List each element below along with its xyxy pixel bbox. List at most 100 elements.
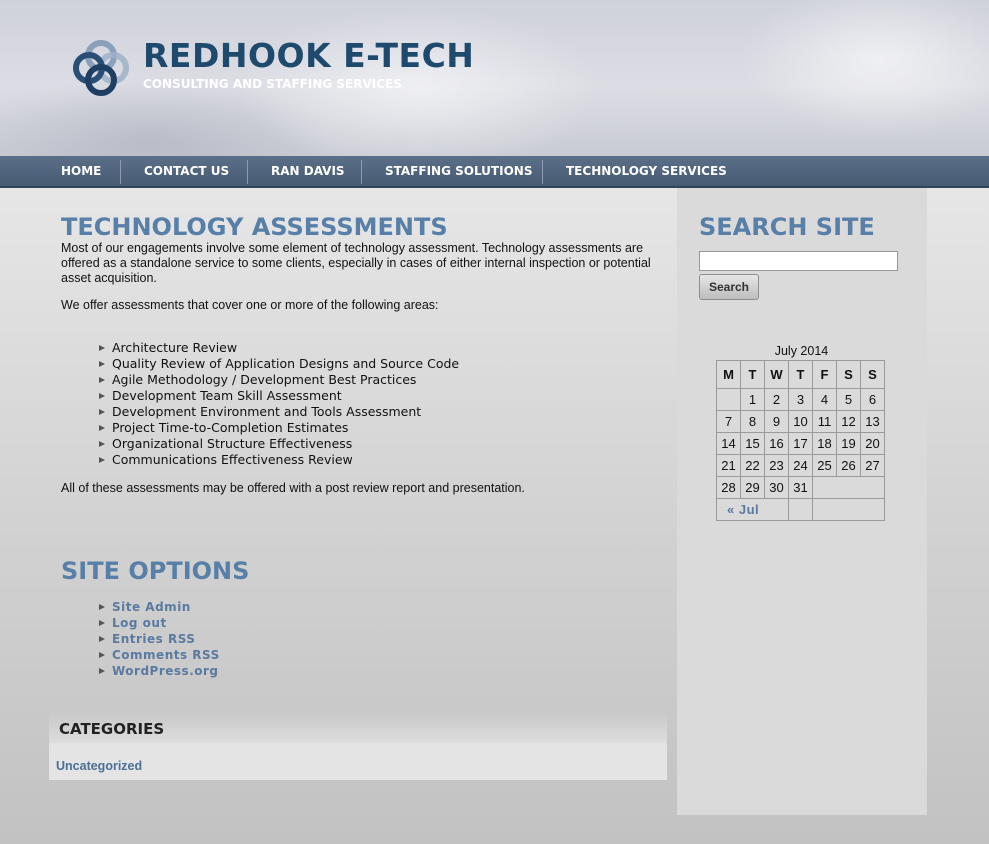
interlocking-rings-logo-icon[interactable]	[70, 36, 132, 96]
site-admin-link[interactable]: Site Admin	[112, 600, 191, 614]
calendar-day: 6	[860, 388, 885, 411]
log-out-link[interactable]: Log out	[112, 616, 167, 630]
calendar-day: 10	[788, 410, 813, 433]
bullet-arrow-icon	[99, 441, 105, 447]
nav-technology-services[interactable]: TECHNOLOGY SERVICES	[566, 156, 727, 186]
bullet-arrow-icon	[99, 361, 105, 367]
calendar-day: 18	[812, 432, 837, 455]
weekday-header: S	[836, 360, 861, 389]
nav-divider	[247, 160, 248, 184]
weekday-header: M	[716, 360, 741, 389]
calendar-day	[716, 388, 741, 411]
calendar-weekday-row: M T W T F S S	[716, 360, 885, 389]
weekday-header: T	[788, 360, 813, 389]
comments-rss-link[interactable]: Comments RSS	[112, 648, 220, 662]
calendar-day: 13	[860, 410, 885, 433]
bullet-arrow-icon	[99, 636, 105, 642]
categories-widget: CATEGORIES Uncategorized	[49, 712, 667, 780]
calendar-day: 15	[740, 432, 765, 455]
bullet-arrow-icon	[99, 620, 105, 626]
weekday-header: T	[740, 360, 765, 389]
list-item: Organizational Structure Effectiveness	[98, 436, 459, 452]
calendar-day: 8	[740, 410, 765, 433]
calendar-day: 7	[716, 410, 741, 433]
calendar-day: 4	[812, 388, 837, 411]
search-site-title: SEARCH SITE	[699, 213, 875, 241]
bullet-arrow-icon	[99, 393, 105, 399]
site-options-title: SITE OPTIONS	[61, 557, 250, 585]
entries-rss-link[interactable]: Entries RSS	[112, 632, 195, 646]
calendar-empty	[812, 476, 885, 499]
bullet-arrow-icon	[99, 604, 105, 610]
bullet-arrow-icon	[99, 345, 105, 351]
calendar-day: 22	[740, 454, 765, 477]
calendar-week-row: 7 8 9 10 11 12 13	[716, 410, 885, 433]
calendar-prev-link[interactable]: « Jul	[727, 502, 759, 517]
calendar-week-row: 1 2 3 4 5 6	[716, 388, 885, 411]
calendar-day: 12	[836, 410, 861, 433]
wordpress-org-link[interactable]: WordPress.org	[112, 664, 219, 678]
calendar-day: 29	[740, 476, 765, 499]
calendar-week-row: 14 15 16 17 18 19 20	[716, 432, 885, 455]
list-item: Architecture Review	[98, 340, 459, 356]
closing-paragraph: All of these assessments may be offered …	[61, 481, 525, 495]
nav-divider	[120, 160, 121, 184]
calendar-nav-row: « Jul	[716, 498, 885, 521]
nav-home[interactable]: HOME	[61, 156, 101, 186]
calendar-day: 17	[788, 432, 813, 455]
lead-paragraph: We offer assessments that cover one or m…	[61, 298, 439, 312]
intro-paragraph: Most of our engagements involve some ele…	[61, 241, 651, 285]
calendar-week-row: 21 22 23 24 25 26 27	[716, 454, 885, 477]
calendar-day: 27	[860, 454, 885, 477]
bullet-arrow-icon	[99, 652, 105, 658]
weekday-header: S	[860, 360, 885, 389]
calendar-day: 23	[764, 454, 789, 477]
list-item: Log out	[98, 615, 220, 631]
calendar-day: 3	[788, 388, 813, 411]
site-title[interactable]: REDHOOK E-TECH	[143, 36, 474, 75]
list-item: Site Admin	[98, 599, 220, 615]
categories-heading: CATEGORIES	[59, 720, 165, 738]
calendar-day: 31	[788, 476, 813, 499]
categories-header: CATEGORIES	[49, 712, 667, 743]
calendar-day: 14	[716, 432, 741, 455]
calendar-pad	[788, 498, 813, 521]
calendar-day: 28	[716, 476, 741, 499]
nav-divider	[361, 160, 362, 184]
calendar-week-row: 28 29 30 31	[716, 476, 885, 499]
nav-contact-us[interactable]: CONTACT US	[144, 156, 229, 186]
list-item: Entries RSS	[98, 631, 220, 647]
assessment-list: Architecture Review Quality Review of Ap…	[98, 340, 459, 468]
calendar-day: 9	[764, 410, 789, 433]
nav-divider	[542, 160, 543, 184]
calendar-prev-cell: « Jul	[716, 498, 789, 521]
nav-ran-davis[interactable]: RAN DAVIS	[271, 156, 345, 186]
page-title: TECHNOLOGY ASSESSMENTS	[61, 213, 448, 241]
list-item: Development Environment and Tools Assess…	[98, 404, 459, 420]
site-tagline: CONSULTING AND STAFFING SERVICES	[143, 77, 402, 91]
calendar-day: 19	[836, 432, 861, 455]
list-item: WordPress.org	[98, 663, 220, 679]
site-options-list: Site Admin Log out Entries RSS Comments …	[98, 599, 220, 679]
calendar-day: 2	[764, 388, 789, 411]
weekday-header: F	[812, 360, 837, 389]
calendar-day: 24	[788, 454, 813, 477]
search-input[interactable]	[699, 251, 898, 271]
list-item: Agile Methodology / Development Best Pra…	[98, 372, 459, 388]
weekday-header: W	[764, 360, 789, 389]
bullet-arrow-icon	[99, 409, 105, 415]
calendar-day: 1	[740, 388, 765, 411]
search-button[interactable]: Search	[699, 274, 759, 300]
calendar-day: 11	[812, 410, 837, 433]
main-nav: HOME CONTACT US RAN DAVIS STAFFING SOLUT…	[0, 156, 989, 188]
bullet-arrow-icon	[99, 668, 105, 674]
calendar-day: 21	[716, 454, 741, 477]
category-uncategorized-link[interactable]: Uncategorized	[56, 759, 142, 773]
calendar-next-cell	[812, 498, 885, 521]
calendar-day: 20	[860, 432, 885, 455]
nav-staffing-solutions[interactable]: STAFFING SOLUTIONS	[385, 156, 532, 186]
bullet-arrow-icon	[99, 457, 105, 463]
calendar-caption: July 2014	[774, 344, 829, 358]
list-item: Quality Review of Application Designs an…	[98, 356, 459, 372]
calendar-table: M T W T F S S 1 2 3 4 5 6 7 8 9 10 11 12…	[716, 360, 885, 521]
